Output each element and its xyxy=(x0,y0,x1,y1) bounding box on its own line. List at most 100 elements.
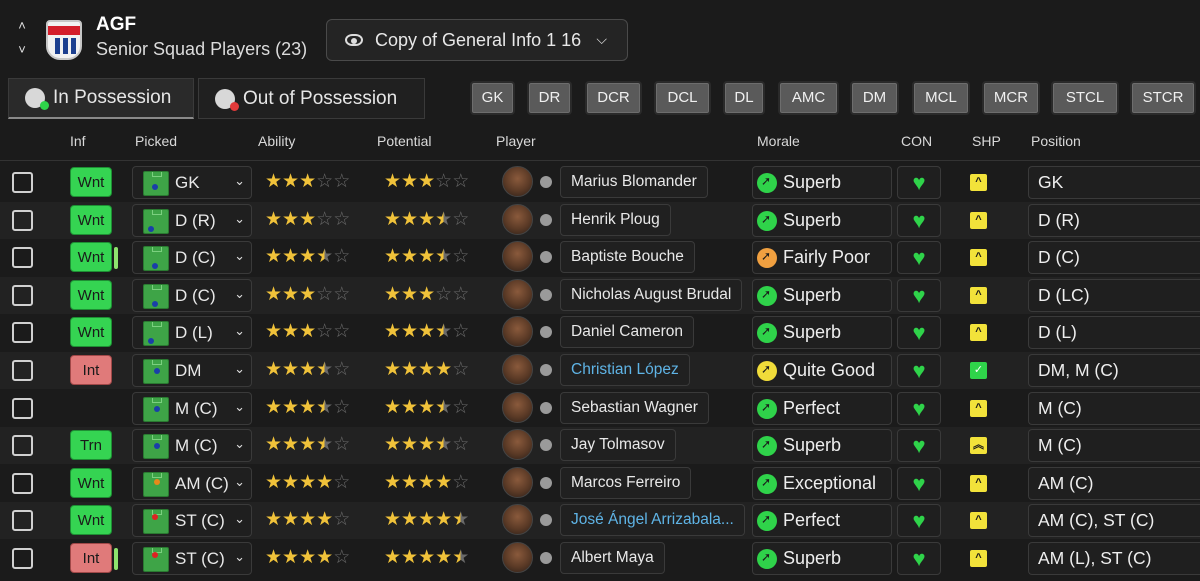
condition-heart-icon[interactable]: ♥ xyxy=(897,354,941,387)
interest-badge[interactable]: Wnt xyxy=(70,279,112,310)
row-checkbox[interactable] xyxy=(12,172,33,193)
position-filter-stcr[interactable]: STCR xyxy=(1130,81,1196,115)
position-value[interactable]: D (R) xyxy=(1028,203,1200,237)
player-name-link[interactable]: Marcos Ferreiro xyxy=(560,466,692,499)
player-name-link[interactable]: Nicholas August Brudal xyxy=(560,278,743,311)
morale-indicator[interactable]: Superb xyxy=(752,203,892,237)
morale-indicator[interactable]: Superb xyxy=(752,542,892,575)
morale-indicator[interactable]: Quite Good xyxy=(752,354,892,387)
row-checkbox[interactable] xyxy=(12,209,33,231)
player-name-link[interactable]: José Ángel Arrizabala... xyxy=(560,504,745,537)
condition-heart-icon[interactable]: ♥ xyxy=(897,391,941,425)
interest-badge[interactable]: Wnt xyxy=(70,242,112,273)
interest-badge[interactable]: Wnt xyxy=(70,467,112,498)
table-row[interactable]: Wnt D (C) ⌄ ★★★★☆ ★★★★☆ Baptiste Bouche Fairly… xyxy=(0,239,1200,276)
table-row[interactable]: Int DM ⌄ ★★★★☆ ★★★★☆ Christian López Quite Goo… xyxy=(0,352,1200,389)
position-filter-dm[interactable]: DM xyxy=(850,81,899,115)
table-row[interactable]: Wnt ST (C) ⌄ ★★★★☆ ★★★★★ José Ángel Arrizabal… xyxy=(0,502,1200,540)
position-filter-gk[interactable]: GK xyxy=(470,81,515,115)
morale-indicator[interactable]: Fairly Poor xyxy=(752,241,892,275)
interest-badge[interactable]: Wnt xyxy=(70,505,112,536)
player-name-link[interactable]: Sebastian Wagner xyxy=(560,391,709,424)
condition-heart-icon[interactable]: ♥ xyxy=(897,542,941,575)
condition-heart-icon[interactable]: ♥ xyxy=(897,166,941,199)
player-avatar[interactable] xyxy=(502,241,533,273)
picked-position-dropdown[interactable]: M (C) ⌄ xyxy=(132,391,252,425)
column-header-morale[interactable]: Morale xyxy=(757,133,800,149)
tab-out-of-possession[interactable]: Out of Possession xyxy=(198,78,425,119)
column-header-con[interactable]: CON xyxy=(901,133,932,149)
picked-position-dropdown[interactable]: M (C) ⌄ xyxy=(132,429,252,463)
condition-heart-icon[interactable]: ♥ xyxy=(897,316,941,350)
table-row[interactable]: Wnt D (R) ⌄ ★★★☆☆ ★★★★☆ Henrik Ploug Superb ♥ ^ D… xyxy=(0,201,1200,239)
condition-heart-icon[interactable]: ♥ xyxy=(897,241,941,275)
column-header-shp[interactable]: SHP xyxy=(972,133,1001,149)
position-filter-amc[interactable]: AMC xyxy=(778,81,839,115)
picked-position-dropdown[interactable]: D (R) ⌄ xyxy=(132,203,252,237)
position-value[interactable]: D (LC) xyxy=(1028,278,1200,312)
player-name-link[interactable]: Jay Tolmasov xyxy=(560,429,676,462)
row-checkbox[interactable] xyxy=(12,322,33,344)
column-header-position[interactable]: Position xyxy=(1031,133,1081,149)
position-filter-mcr[interactable]: MCR xyxy=(982,81,1040,115)
row-checkbox[interactable] xyxy=(12,397,33,419)
row-checkbox[interactable] xyxy=(12,284,33,306)
row-checkbox[interactable] xyxy=(12,548,33,569)
table-row[interactable]: Wnt GK ⌄ ★★★☆☆ ★★★☆☆ Marius Blomander Superb ♥ ^… xyxy=(0,164,1200,201)
morale-indicator[interactable]: Perfect xyxy=(752,504,892,538)
column-header-ability[interactable]: Ability xyxy=(258,133,295,149)
position-value[interactable]: M (C) xyxy=(1028,429,1200,463)
table-row[interactable]: Int ST (C) ⌄ ★★★★☆ ★★★★★ Albert Maya Superb ♥ ^ A… xyxy=(0,540,1200,577)
morale-indicator[interactable]: Perfect xyxy=(752,391,892,425)
position-value[interactable]: M (C) xyxy=(1028,391,1200,425)
player-avatar[interactable] xyxy=(502,542,533,573)
picked-position-dropdown[interactable]: AM (C) ⌄ xyxy=(132,466,252,500)
position-filter-stcl[interactable]: STCL xyxy=(1051,81,1119,115)
picked-position-dropdown[interactable]: DM ⌄ xyxy=(132,354,252,387)
position-value[interactable]: GK xyxy=(1028,166,1200,199)
row-checkbox[interactable] xyxy=(12,435,33,457)
condition-heart-icon[interactable]: ♥ xyxy=(897,278,941,312)
interest-badge[interactable]: Wnt xyxy=(70,317,112,348)
player-avatar[interactable] xyxy=(502,504,533,536)
player-avatar[interactable] xyxy=(502,203,533,235)
position-value[interactable]: D (C) xyxy=(1028,241,1200,275)
chevron-up-icon[interactable]: ˄ xyxy=(14,19,30,32)
picked-position-dropdown[interactable]: D (L) ⌄ xyxy=(132,316,252,350)
player-avatar[interactable] xyxy=(502,429,533,461)
morale-indicator[interactable]: Superb xyxy=(752,278,892,312)
morale-indicator[interactable]: Superb xyxy=(752,166,892,199)
position-value[interactable]: DM, M (C) xyxy=(1028,354,1200,387)
player-avatar[interactable] xyxy=(502,316,533,348)
condition-heart-icon[interactable]: ♥ xyxy=(897,203,941,237)
interest-badge[interactable]: Trn xyxy=(70,430,112,461)
condition-heart-icon[interactable]: ♥ xyxy=(897,504,941,538)
table-row[interactable]: Wnt AM (C) ⌄ ★★★★☆ ★★★★☆ Marcos Ferreiro Excep… xyxy=(0,465,1200,502)
position-value[interactable]: D (L) xyxy=(1028,316,1200,350)
interest-badge[interactable]: Wnt xyxy=(70,204,112,235)
row-checkbox[interactable] xyxy=(12,360,33,381)
table-row[interactable]: M (C) ⌄ ★★★★☆ ★★★★☆ Sebastian Wagner Perfect ♥… xyxy=(0,390,1200,427)
interest-badge[interactable]: Wnt xyxy=(70,167,112,197)
position-filter-dcl[interactable]: DCL xyxy=(654,81,711,115)
position-value[interactable]: AM (C), ST (C) xyxy=(1028,504,1200,538)
column-header-potential[interactable]: Potential xyxy=(377,133,431,149)
player-avatar[interactable] xyxy=(502,166,533,197)
position-value[interactable]: AM (L), ST (C) xyxy=(1028,542,1200,575)
player-avatar[interactable] xyxy=(502,391,533,423)
player-name-link[interactable]: Marius Blomander xyxy=(560,166,708,198)
morale-indicator[interactable]: Superb xyxy=(752,316,892,350)
position-filter-dr[interactable]: DR xyxy=(527,81,572,115)
interest-badge[interactable]: Int xyxy=(70,543,112,573)
picked-position-dropdown[interactable]: D (C) ⌄ xyxy=(132,241,252,275)
position-filter-dl[interactable]: DL xyxy=(723,81,765,115)
row-checkbox[interactable] xyxy=(12,510,33,532)
picked-position-dropdown[interactable]: GK ⌄ xyxy=(132,166,252,199)
picked-position-dropdown[interactable]: ST (C) ⌄ xyxy=(132,504,252,538)
column-header-player[interactable]: Player xyxy=(496,133,536,149)
player-avatar[interactable] xyxy=(502,354,533,385)
tab-in-possession[interactable]: In Possession xyxy=(8,78,194,119)
condition-heart-icon[interactable]: ♥ xyxy=(897,466,941,500)
position-filter-dcr[interactable]: DCR xyxy=(585,81,642,115)
club-name[interactable]: AGF xyxy=(96,14,136,36)
